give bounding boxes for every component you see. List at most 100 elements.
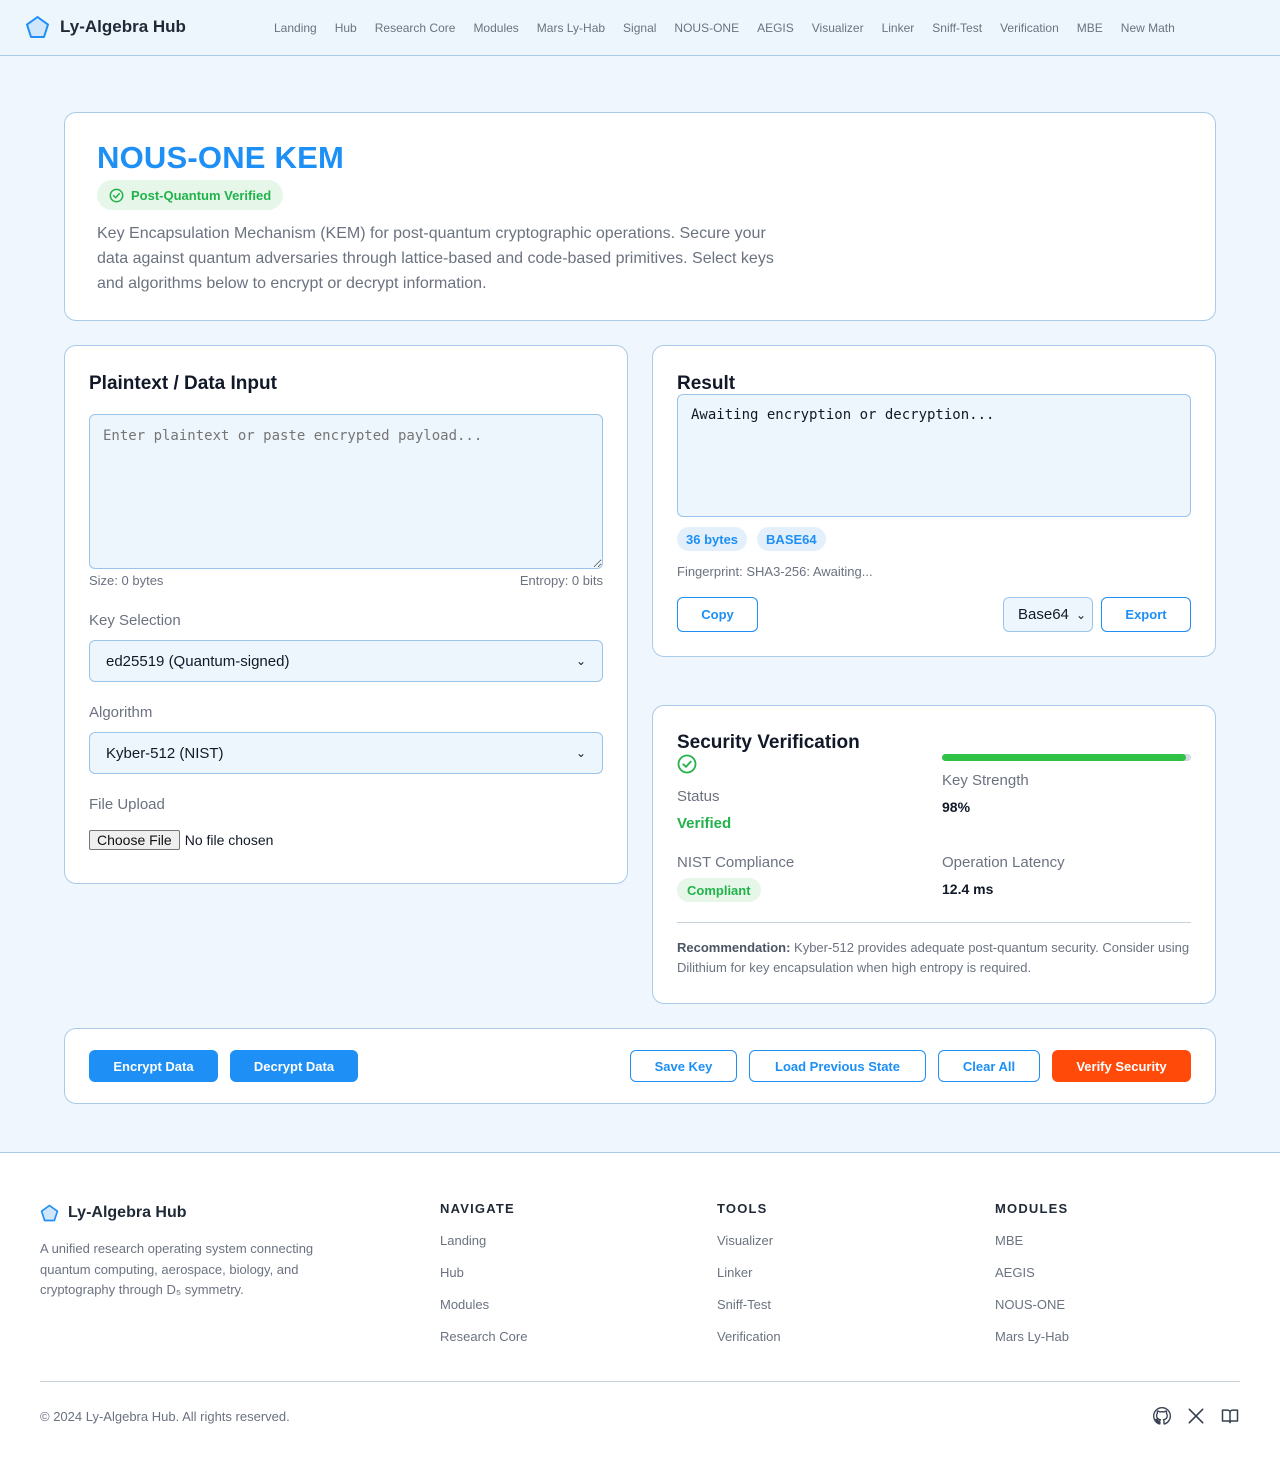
pentagon-icon [40, 1204, 59, 1222]
nav-landing[interactable]: Landing [265, 21, 326, 35]
key-selection-label: Key Selection [89, 612, 181, 629]
copyright: © 2024 Ly-Algebra Hub. All rights reserv… [40, 1409, 290, 1424]
nav-aegis[interactable]: AEGIS [748, 21, 803, 35]
export-button[interactable]: Export [1101, 597, 1191, 632]
choose-file-button[interactable]: Choose File [89, 830, 180, 850]
chevron-down-icon: ⌄ [575, 746, 586, 760]
operation-latency-value: 12.4 ms [942, 881, 994, 897]
input-card-title: Plaintext / Data Input [89, 373, 277, 394]
book-icon[interactable] [1220, 1406, 1240, 1426]
nav-sniff-test[interactable]: Sniff-Test [923, 21, 991, 35]
nav-mbe[interactable]: MBE [1068, 21, 1112, 35]
nav-hub[interactable]: Hub [326, 21, 366, 35]
footer-link-mars-ly-hab[interactable]: Mars Ly-Hab [995, 1329, 1069, 1361]
footer-navigate-column: NAVIGATE Landing Hub Modules Research Co… [440, 1201, 527, 1361]
algorithm-value: Kyber-512 (NIST) [106, 744, 224, 762]
pentagon-icon [26, 16, 49, 38]
check-circle-icon [677, 754, 697, 774]
nist-compliance-badge: Compliant [677, 878, 761, 902]
status-label: Status [677, 788, 720, 805]
decrypt-data-button[interactable]: Decrypt Data [230, 1050, 358, 1082]
nav-mars-ly-hab[interactable]: Mars Ly-Hab [528, 21, 614, 35]
footer-link-nous-one[interactable]: NOUS-ONE [995, 1297, 1069, 1329]
badge-label: Post-Quantum Verified [131, 187, 272, 203]
page-title: NOUS-ONE KEM [97, 140, 344, 175]
check-circle-icon [109, 188, 124, 202]
result-card-title: Result [677, 373, 736, 394]
footer-link-landing[interactable]: Landing [440, 1233, 527, 1265]
recommendation: Recommendation: Kyber-512 provides adequ… [677, 938, 1191, 978]
divider [677, 922, 1191, 923]
file-status: No file chosen [184, 832, 274, 848]
export-format-select[interactable]: Base64 ⌄ [1003, 597, 1093, 632]
input-size: Size: 0 bytes [89, 573, 164, 588]
nav-visualizer[interactable]: Visualizer [803, 21, 873, 35]
key-selection-value: ed25519 (Quantum-signed) [106, 652, 290, 670]
result-pills: 36 bytes BASE64 [677, 527, 826, 551]
footer-navigate-title: NAVIGATE [440, 1201, 515, 1216]
hero-card: NOUS-ONE KEM Post-Quantum Verified Key E… [64, 112, 1216, 321]
key-selection-select[interactable]: ed25519 (Quantum-signed) ⌄ [89, 640, 603, 682]
nist-compliance-label: NIST Compliance [677, 854, 795, 871]
footer-link-verification[interactable]: Verification [717, 1329, 781, 1361]
nav-linker[interactable]: Linker [873, 21, 924, 35]
result-card: Result Awaiting encryption or decryption… [652, 345, 1216, 657]
footer-divider [40, 1381, 1240, 1382]
status-value: Verified [677, 815, 732, 832]
x-icon[interactable] [1186, 1406, 1206, 1426]
nav-new-math[interactable]: New Math [1112, 21, 1184, 35]
footer-brand[interactable]: Ly-Algebra Hub [40, 1204, 187, 1222]
save-key-button[interactable]: Save Key [630, 1050, 737, 1082]
github-icon[interactable] [1152, 1406, 1172, 1426]
social-links [1152, 1406, 1240, 1426]
key-strength-progress [942, 754, 1191, 761]
operation-latency-label: Operation Latency [942, 854, 1065, 871]
footer-tools-title: TOOLS [717, 1201, 768, 1216]
action-bar: Encrypt Data Decrypt Data Save Key Load … [64, 1028, 1216, 1104]
nav-nous-one[interactable]: NOUS-ONE [665, 21, 748, 35]
file-upload-label: File Upload [89, 796, 165, 813]
fingerprint: Fingerprint: SHA3-256: Awaiting... [677, 564, 873, 579]
bytes-pill: 36 bytes [677, 527, 748, 551]
footer-link-modules[interactable]: Modules [440, 1297, 527, 1329]
security-verification-card: Security Verification Status Verified Ke… [652, 705, 1216, 1004]
load-previous-state-button[interactable]: Load Previous State [749, 1050, 926, 1082]
brand-name: Ly-Algebra Hub [60, 17, 186, 36]
algorithm-select[interactable]: Kyber-512 (NIST) ⌄ [89, 732, 603, 774]
result-output[interactable]: Awaiting encryption or decryption... [677, 394, 1191, 517]
footer-link-sniff-test[interactable]: Sniff-Test [717, 1297, 781, 1329]
main-nav: Landing Hub Research Core Modules Mars L… [265, 0, 1184, 56]
top-navbar: Ly-Algebra Hub Landing Hub Research Core… [0, 0, 1280, 56]
footer: Ly-Algebra Hub A unified research operat… [0, 1152, 1280, 1458]
chevron-down-icon: ⌄ [575, 654, 586, 668]
brand[interactable]: Ly-Algebra Hub [25, 15, 186, 39]
footer-link-hub[interactable]: Hub [440, 1265, 527, 1297]
nav-research-core[interactable]: Research Core [366, 21, 465, 35]
algorithm-label: Algorithm [89, 704, 153, 721]
key-strength-label: Key Strength [942, 772, 1029, 789]
plaintext-input-card: Plaintext / Data Input Size: 0 bytes Ent… [64, 345, 628, 884]
plaintext-textarea[interactable] [89, 414, 603, 569]
footer-modules-column: MODULES MBE AEGIS NOUS-ONE Mars Ly-Hab [995, 1201, 1069, 1361]
footer-tools-column: TOOLS Visualizer Linker Sniff-Test Verif… [717, 1201, 781, 1361]
copy-button[interactable]: Copy [677, 597, 758, 632]
footer-link-aegis[interactable]: AEGIS [995, 1265, 1069, 1297]
key-strength-fill [942, 754, 1187, 761]
footer-link-research-core[interactable]: Research Core [440, 1329, 527, 1361]
verify-security-button[interactable]: Verify Security [1052, 1050, 1191, 1082]
nav-modules[interactable]: Modules [464, 21, 527, 35]
nav-verification[interactable]: Verification [991, 21, 1068, 35]
input-meta: Size: 0 bytes Entropy: 0 bits [89, 573, 603, 588]
footer-brand-name: Ly-Algebra Hub [68, 1204, 187, 1221]
clear-all-button[interactable]: Clear All [938, 1050, 1040, 1082]
footer-modules-title: MODULES [995, 1201, 1069, 1216]
format-pill: BASE64 [757, 527, 826, 551]
input-entropy: Entropy: 0 bits [519, 573, 603, 588]
footer-link-linker[interactable]: Linker [717, 1265, 781, 1297]
recommendation-label: Recommendation: [677, 940, 791, 955]
footer-link-visualizer[interactable]: Visualizer [717, 1233, 781, 1265]
footer-link-mbe[interactable]: MBE [995, 1233, 1069, 1265]
nav-signal[interactable]: Signal [614, 21, 665, 35]
file-upload: Choose File No file chosen [89, 830, 273, 850]
encrypt-data-button[interactable]: Encrypt Data [89, 1050, 218, 1082]
